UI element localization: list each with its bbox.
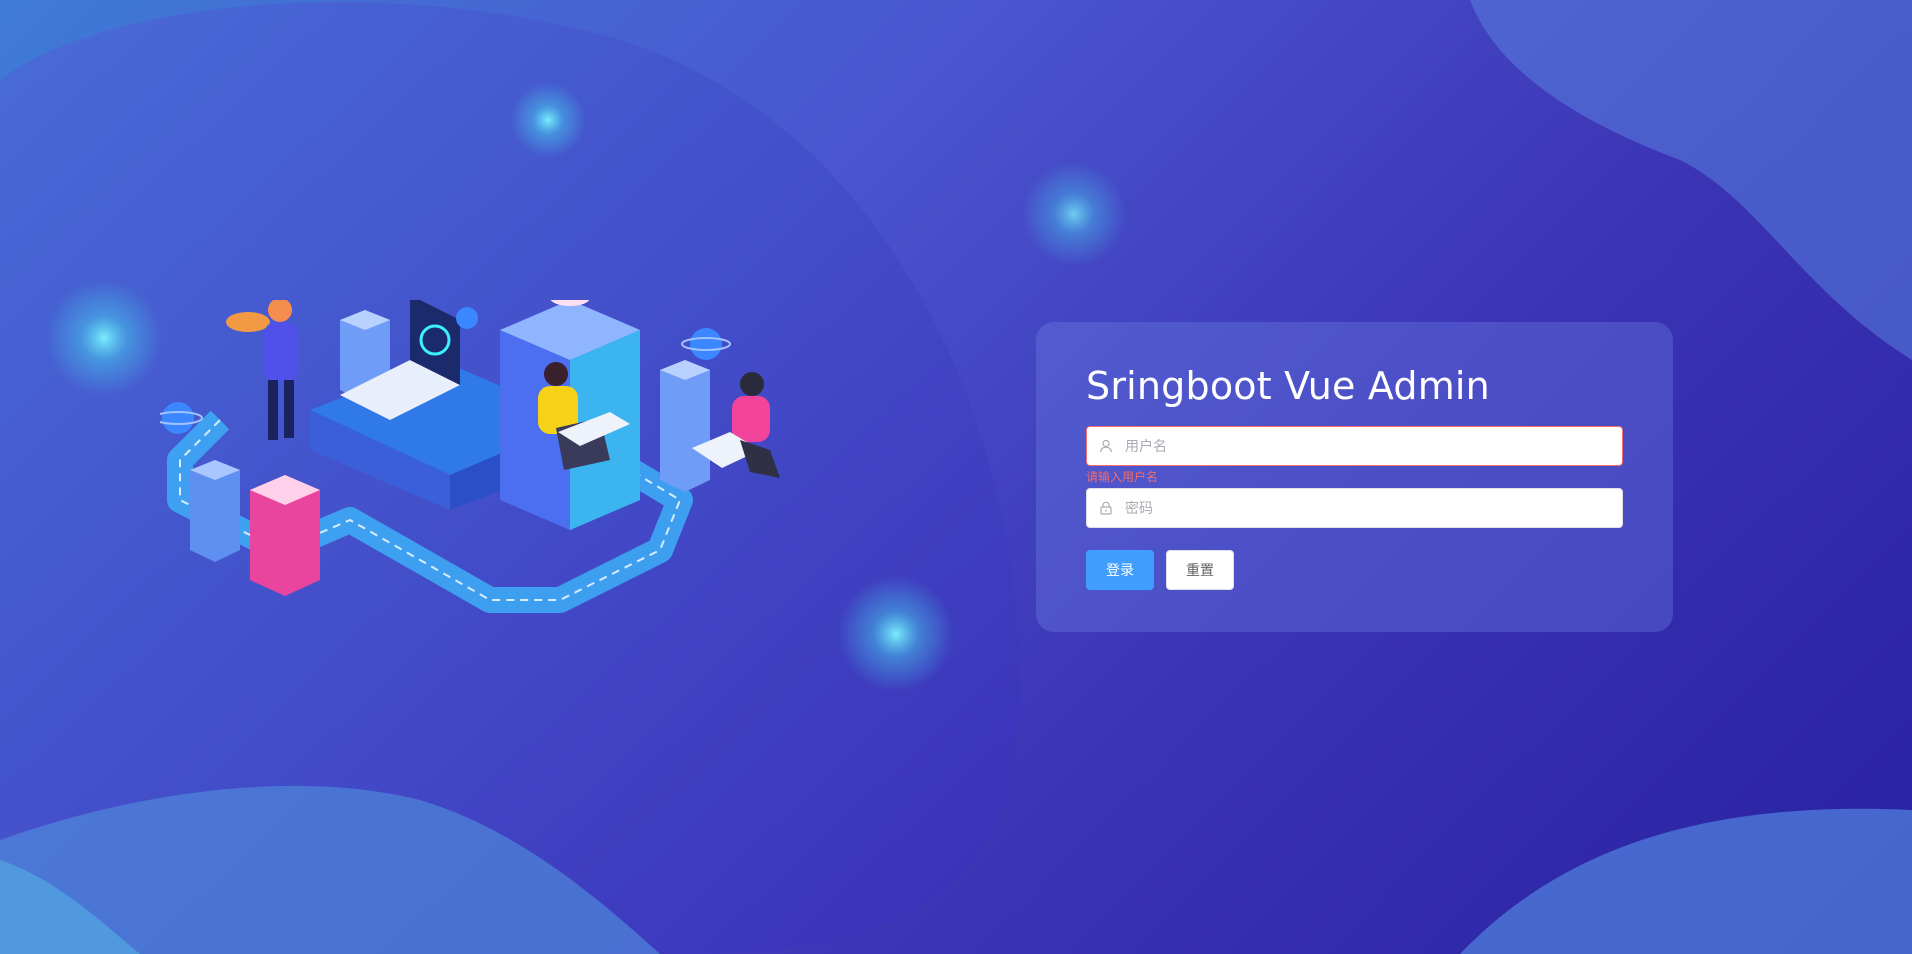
reset-button[interactable]: 重置 [1166,550,1234,590]
username-input[interactable] [1123,427,1607,467]
lock-icon [1100,501,1112,515]
isometric-illustration [160,300,780,613]
login-card: Sringboot Vue Admin 请输入用户名 登录 重置 [1036,322,1673,632]
login-button[interactable]: 登录 [1086,550,1154,590]
password-input[interactable] [1123,489,1607,529]
username-error-message: 请输入用户名 [1086,470,1159,484]
password-field[interactable] [1086,488,1623,529]
login-title: Sringboot Vue Admin [1086,364,1490,408]
button-row: 登录 重置 [1086,550,1623,590]
username-field[interactable] [1086,426,1623,467]
user-icon [1099,439,1113,453]
